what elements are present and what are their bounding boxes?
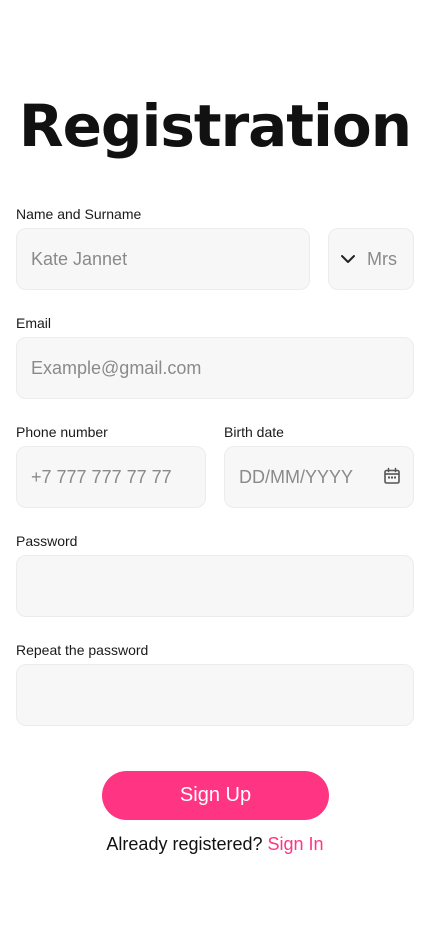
email-label: Email [16,315,52,331]
name-field-container [16,228,310,290]
phone-input[interactable] [17,447,205,507]
chevron-down-icon [341,255,355,263]
phone-field-container [16,446,206,508]
birth-date-label: Birth date [224,424,284,440]
password-field-container [16,555,414,617]
repeat-password-field-container [16,664,414,726]
repeat-password-label: Repeat the password [16,642,149,658]
page-title: Registration [18,92,412,160]
name-input[interactable] [17,229,309,289]
title-select[interactable]: Mrs [328,228,414,290]
birth-date-field-container [224,446,414,508]
name-label: Name and Surname [16,206,142,222]
sign-up-button[interactable]: Sign Up [102,771,329,820]
calendar-icon[interactable] [383,467,401,485]
sign-in-prompt: Already registered? Sign In [0,834,430,855]
repeat-password-input[interactable] [17,665,413,725]
password-label: Password [16,533,78,549]
email-field-container [16,337,414,399]
phone-label: Phone number [16,424,108,440]
title-select-value: Mrs [367,248,397,269]
email-input[interactable] [17,338,413,398]
already-registered-text: Already registered? [106,834,263,854]
sign-in-link[interactable]: Sign In [268,834,324,854]
password-input[interactable] [17,556,413,616]
